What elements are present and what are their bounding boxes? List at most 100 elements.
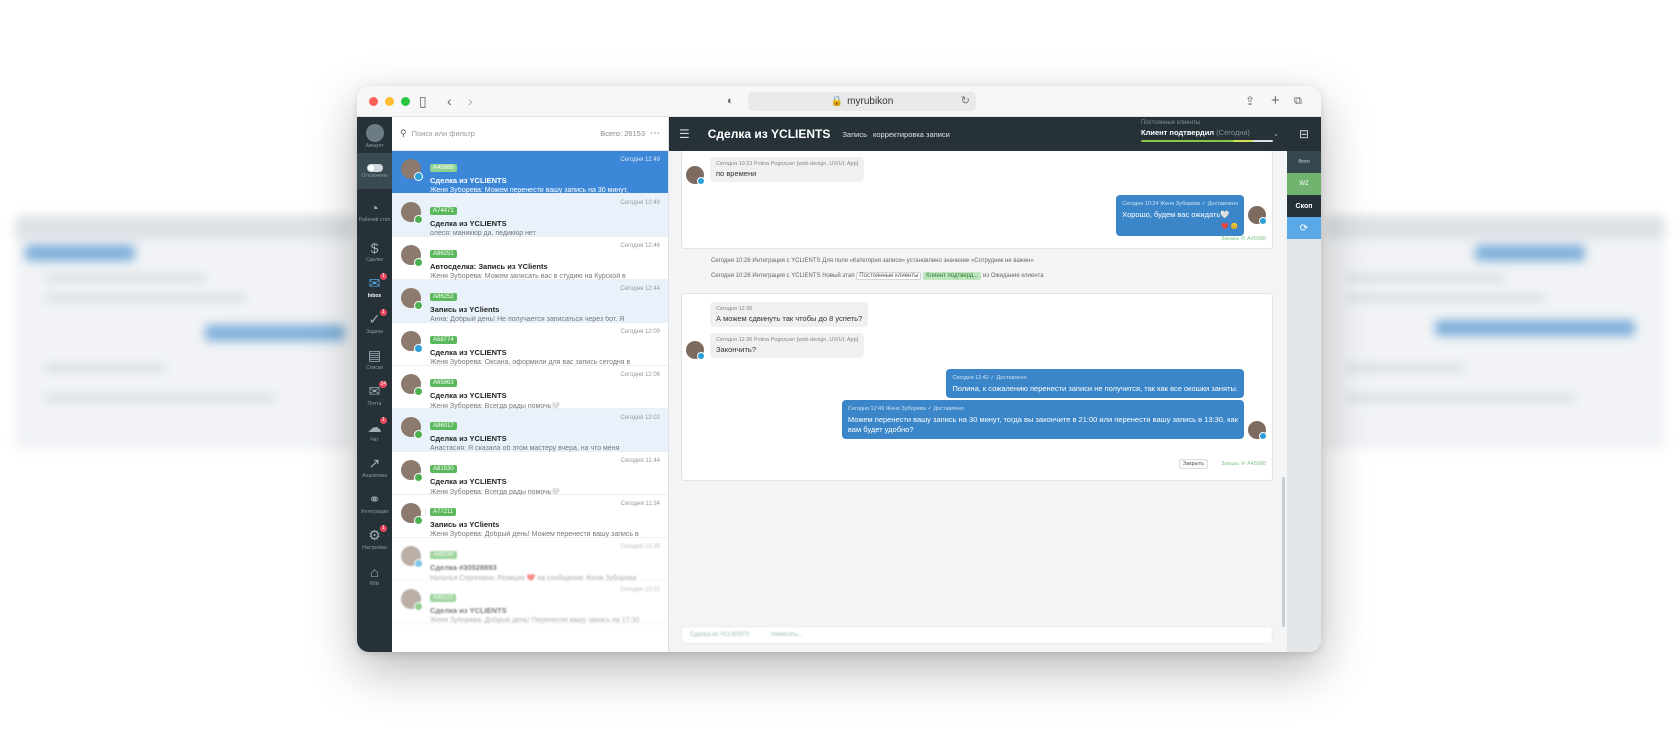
avatar <box>401 589 423 611</box>
rail-item-scope[interactable]: Скоп <box>1287 195 1321 217</box>
list-search-bar: ⚲ Поиск или фильтр Всего: 26153 ⋯ <box>392 117 668 151</box>
nav-integrations[interactable]: ⚭ Интеграции <box>357 485 392 521</box>
close-window-button[interactable] <box>369 96 378 106</box>
list-item[interactable]: A86251 Сегодня 12:46 Автосделка: Запись … <box>392 237 668 280</box>
list-item[interactable]: A45988 Сегодня 12:49 Сделка из YCLIENTS … <box>392 151 668 194</box>
nav-status-toggle[interactable]: Отключено <box>357 153 392 189</box>
nav-label: Почта <box>367 401 382 407</box>
message-text: Хорошо, будем вас ожидать🤍 <box>1122 210 1230 219</box>
url-text: myrubikon <box>847 96 894 107</box>
rail-item-photo[interactable]: Фото <box>1287 151 1321 173</box>
list-item[interactable]: A58774 Сегодня 12:09 Сделка из YCLIENTS … <box>392 323 668 366</box>
stage-selector[interactable]: Постоянные клиенты Клиент подтвердил (Се… <box>1141 120 1279 142</box>
avatar <box>401 503 423 525</box>
new-tab-icon[interactable]: + <box>1271 93 1280 109</box>
address-bar[interactable]: 🔒 myrubikon ↻ <box>748 92 976 111</box>
nav-label: Отключено <box>361 172 388 179</box>
dashboard-icon: ◔ <box>370 199 379 216</box>
avatar <box>1248 421 1267 440</box>
nav-label: Wiki <box>369 580 380 587</box>
close-deal-button[interactable]: Закрыть <box>1178 459 1208 469</box>
message-thread-2: Сегодня 12:36 А можем сдвинуть так чтобы… <box>681 293 1273 481</box>
list-item[interactable]: A81530 Сегодня 11:44 Сделка из YCLIENTS … <box>392 452 668 496</box>
incoming-message: Сегодня 12:36 А можем сдвинуть так чтобы… <box>710 302 869 327</box>
message-meta: Сегодня 10:23 Polina Pogosyan [web-desig… <box>716 161 859 167</box>
avatar <box>1248 206 1267 225</box>
list-item-title: Запись из YClients <box>430 520 500 529</box>
message-reactions: ❤️ 😊 <box>1221 224 1238 230</box>
nav-analytics[interactable]: ↗ Аналитика <box>357 449 392 485</box>
nav-dashboard[interactable]: ◔ Рабочий стол <box>357 189 392 233</box>
share-icon[interactable]: ⇪ <box>1245 93 1255 109</box>
rail-item-wz[interactable]: WZ <box>1287 173 1321 195</box>
nav-label: Чат <box>370 437 379 443</box>
nav-tasks[interactable]: ✓ 1 Задачи <box>357 305 392 341</box>
browser-window: ▯ ‹ › ◐ 🔒 myrubikon ↻ ⇪ + ⧉ Аккаунт Откл… <box>357 86 1321 652</box>
message-meta: Сегодня 12:36 Polina Pogosyan [web-desig… <box>716 337 859 343</box>
deal-tag: A86251 <box>430 250 457 258</box>
avatar <box>365 123 384 142</box>
list-icon: ▤ <box>367 347 382 363</box>
nav-wiki[interactable]: ⌂ Wiki <box>357 557 392 593</box>
nav-mail[interactable]: ✉ 14 Почта <box>357 377 392 413</box>
composer-input[interactable]: Написать... <box>771 632 802 638</box>
nav-deals[interactable]: $ Сделки <box>357 233 392 269</box>
integrations-icon: ⚭ <box>368 491 381 507</box>
list-item[interactable]: A86240 Сегодня 10:35 Сделка #30528893 На… <box>392 538 668 582</box>
mail-badge: 14 <box>379 381 387 388</box>
scrollbar[interactable] <box>1282 477 1285 627</box>
forward-icon[interactable]: › <box>468 93 473 109</box>
avatar <box>401 460 423 482</box>
nav-inbox[interactable]: ✉ 1 Inbox <box>357 269 392 305</box>
sidebar-toggle-icon[interactable]: ▯ <box>419 93 427 109</box>
stage-note: (Сегодня) <box>1216 128 1250 137</box>
right-rail: ⊟ Фото WZ Скоп ⟳ <box>1287 117 1321 652</box>
list-item-title: Сделка #30528893 <box>430 563 497 572</box>
refresh-icon[interactable]: ⟳ <box>1287 217 1321 239</box>
chat-badge: 1 <box>380 417 387 424</box>
list-item[interactable]: A86115 Сегодня 10:31 Сделка из YCLIENTS … <box>392 581 668 624</box>
message-meta: Сегодня 12:36 <box>716 306 753 312</box>
message-composer[interactable]: Сделка из YCLIENTS Написать... <box>681 626 1273 644</box>
outgoing-message: Сегодня 10:24 Женя Зуборева ✓ Доставлено… <box>1116 195 1244 236</box>
avatar <box>686 166 705 185</box>
nav-settings[interactable]: ⚙ 1 Настройки <box>357 521 392 557</box>
list-item[interactable]: A65963 Сегодня 12:06 Сделка из YCLIENTS … <box>392 366 668 410</box>
deal-tag: A45988 <box>430 164 457 172</box>
tabs-overview-icon[interactable]: ⧉ <box>1294 93 1302 109</box>
list-item-time: Сегодня 11:44 <box>620 458 660 464</box>
search-icon: ⚲ <box>400 128 407 138</box>
minimize-window-button[interactable] <box>385 96 394 106</box>
nav-account[interactable]: Аккаунт <box>357 117 392 153</box>
deal-tag: A65963 <box>430 379 457 387</box>
reload-icon[interactable]: ↻ <box>961 94 970 107</box>
message-thread-1: Сегодня 10:23 Polina Pogosyan [web-desig… <box>681 151 1273 249</box>
avatar <box>401 546 423 568</box>
nav-chat[interactable]: ☁ 1 Чат <box>357 413 392 449</box>
stage-link[interactable]: корректировка записи <box>873 130 950 139</box>
back-icon[interactable]: ‹ <box>447 93 452 109</box>
list-item-preview: Женя Зуборева: Добрый день! Можем перене… <box>430 531 639 538</box>
maximize-window-button[interactable] <box>401 96 410 106</box>
list-item[interactable]: A86252 Сегодня 12:44 Запись из YClients … <box>392 280 668 323</box>
nav-lists[interactable]: ▤ Списки <box>357 341 392 377</box>
search-input[interactable]: Поиск или фильтр <box>412 129 475 138</box>
list-item[interactable]: A86017 Сегодня 12:02 Сделка из YCLIENTS … <box>392 409 668 452</box>
lock-icon: 🔒 <box>830 96 844 107</box>
list-item-time: Сегодня 12:48 <box>620 200 660 206</box>
list-item[interactable]: A77211 Сегодня 11:34 Запись из YClients … <box>392 495 668 538</box>
card-actions[interactable]: Заказы ✉ A45988 <box>1221 461 1266 467</box>
shield-icon[interactable]: ◐ <box>727 93 734 109</box>
list-item[interactable]: A74471 Сегодня 12:48 Сделка из YCLIENTS … <box>392 194 668 237</box>
list-item-title: Сделка из YCLIENTS <box>430 606 507 615</box>
pipeline-link[interactable]: Запись <box>842 130 867 139</box>
card-actions[interactable]: Заказы ✉ A45988 <box>1221 236 1266 242</box>
menu-icon[interactable]: ☰ <box>679 127 690 141</box>
stage-progress <box>1141 140 1273 142</box>
nav-label: Списки <box>366 365 383 371</box>
list-item-time: Сегодня 10:31 <box>620 587 660 593</box>
panel-toggle-icon[interactable]: ⊟ <box>1287 117 1321 151</box>
message-meta: Сегодня 10:24 Женя Зуборева ✓ Доставлено <box>1122 201 1238 207</box>
settings-badge: 1 <box>380 525 387 532</box>
more-icon[interactable]: ⋯ <box>650 128 660 139</box>
